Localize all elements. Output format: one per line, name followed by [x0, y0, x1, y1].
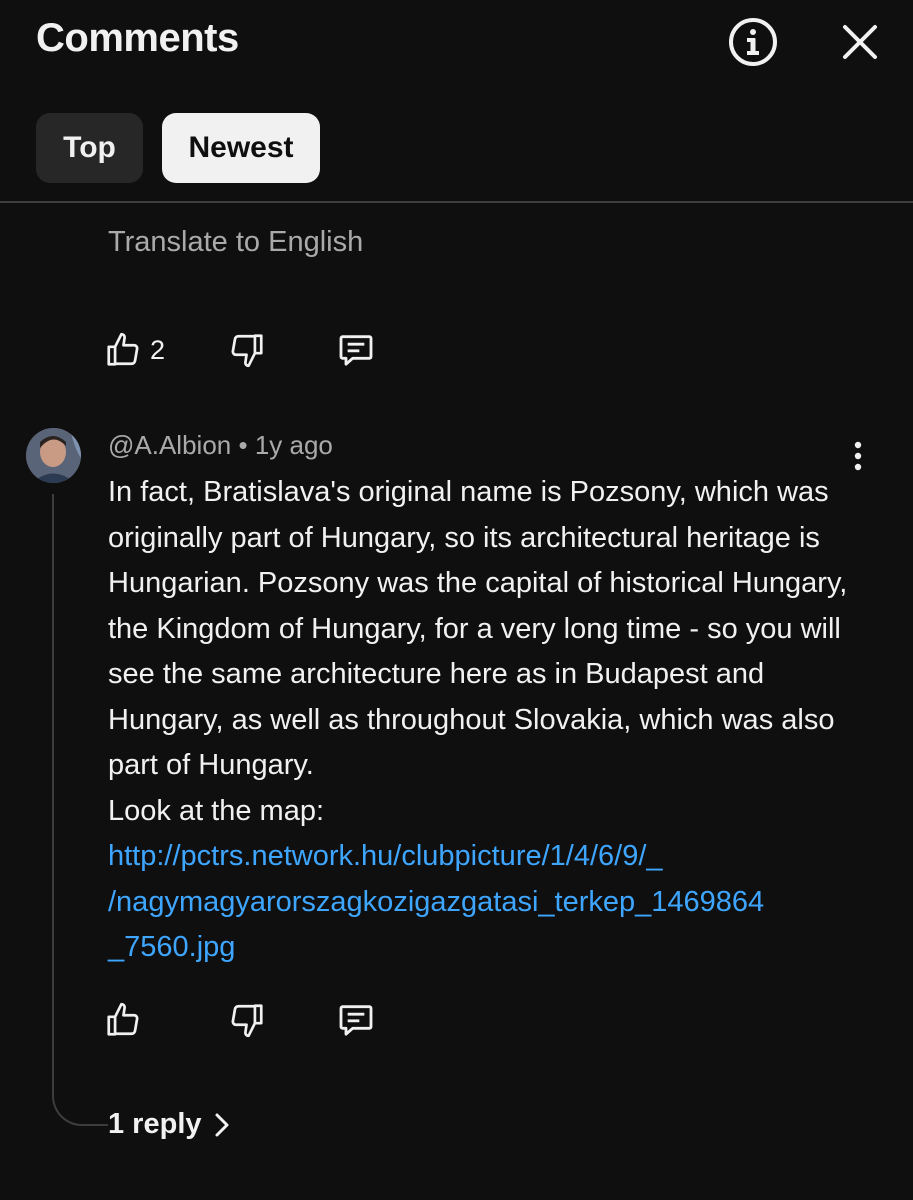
thumbs-up-icon	[107, 1002, 139, 1036]
thread-line	[52, 494, 108, 1126]
thumbs-down-icon	[231, 1004, 263, 1038]
more-vertical-icon	[854, 441, 862, 471]
comments-header: Comments	[0, 0, 913, 90]
comment-reply-icon	[339, 1005, 373, 1036]
comment-actions: 2	[104, 326, 404, 374]
reply-button[interactable]	[336, 326, 376, 374]
view-replies-button[interactable]: 1 reply	[108, 1108, 230, 1141]
comment-link-line-1[interactable]: http://pctrs.network.hu/clubpicture/1/4/…	[108, 834, 868, 880]
dislike-button[interactable]	[228, 326, 266, 374]
replies-label: 1 reply	[108, 1108, 202, 1140]
dislike-button[interactable]	[228, 996, 266, 1044]
sort-chip-top[interactable]: Top	[36, 113, 143, 183]
comment-reply-icon	[339, 335, 373, 366]
page-title: Comments	[36, 16, 239, 60]
sort-chips: Top Newest	[36, 113, 320, 183]
comment-link-line-2[interactable]: /nagymagyarorszagkozigazgatasi_terkep_14…	[108, 880, 868, 926]
avatar-image	[26, 428, 81, 483]
thumbs-down-icon	[231, 334, 263, 368]
sort-chip-newest[interactable]: Newest	[162, 113, 320, 183]
like-button[interactable]	[104, 996, 142, 1044]
comment-actions	[104, 996, 404, 1044]
comment-meta: @A.Albion • 1y ago	[108, 430, 333, 461]
reply-button[interactable]	[336, 996, 376, 1044]
translate-link[interactable]: Translate to English	[108, 226, 363, 259]
close-icon	[843, 25, 877, 59]
info-button[interactable]	[723, 12, 783, 72]
thumbs-up-icon	[107, 332, 139, 366]
comment-paragraph: In fact, Bratislava's original name is P…	[108, 476, 848, 781]
comment-link-line-3[interactable]: _7560.jpg	[108, 925, 868, 971]
like-count: 2	[150, 334, 166, 365]
meta-separator: •	[238, 430, 248, 460]
divider	[0, 201, 913, 203]
avatar[interactable]	[26, 428, 81, 483]
comment-author[interactable]: @A.Albion	[108, 430, 231, 460]
info-circle-icon	[729, 18, 777, 66]
comment-text: In fact, Bratislava's original name is P…	[108, 470, 868, 971]
chevron-right-icon	[215, 1113, 228, 1136]
like-button[interactable]: 2	[104, 326, 165, 374]
close-button[interactable]	[830, 12, 890, 72]
comment-paragraph-2: Look at the map:	[108, 794, 325, 827]
comment-age: 1y ago	[254, 430, 333, 460]
